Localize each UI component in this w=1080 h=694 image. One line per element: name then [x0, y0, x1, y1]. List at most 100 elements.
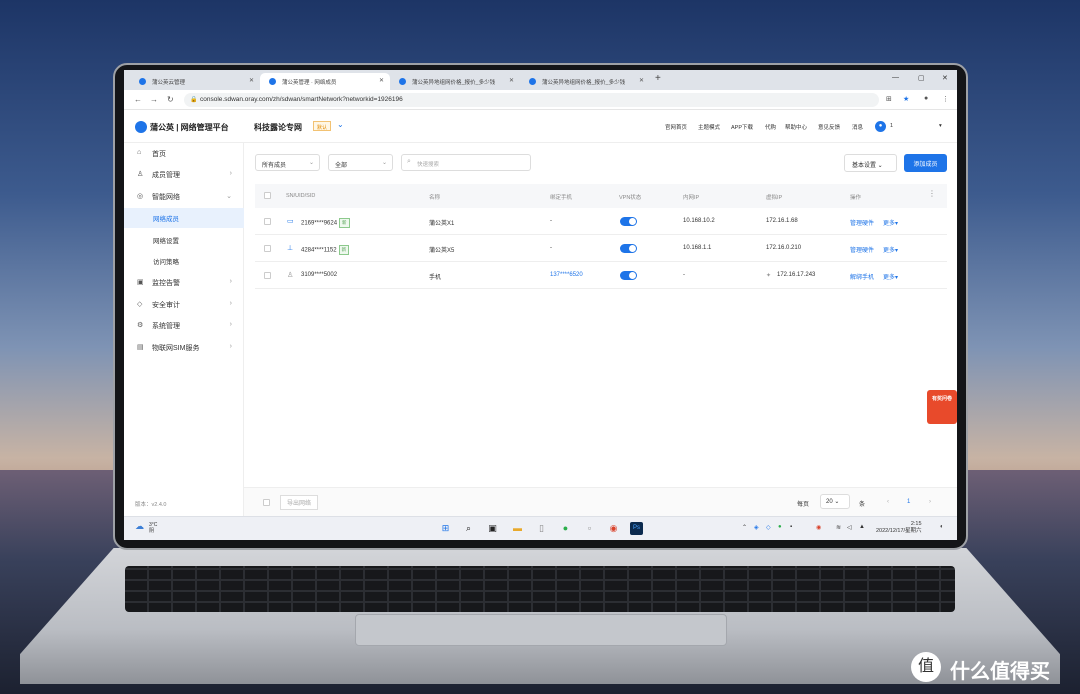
chevron-down-icon[interactable]: ▾ — [939, 123, 942, 129]
document-icon[interactable]: ▯ — [535, 522, 548, 535]
manage-hardware-link[interactable]: 管理硬件 — [850, 245, 874, 254]
menu-dots-icon[interactable]: ⋮ — [942, 95, 949, 103]
photoshop-icon[interactable]: Ps — [630, 522, 643, 535]
tray-chevron-icon[interactable]: ⌃ — [742, 524, 747, 531]
browser-tab[interactable]: 蒲公英异地组网价格_报价_多少钱 ✕ — [390, 73, 520, 90]
row-checkbox[interactable] — [264, 245, 271, 252]
input-method-icon[interactable]: ▲ — [859, 524, 865, 530]
link-homepage[interactable]: 官网首页 — [665, 123, 687, 131]
sidebar-item-security-audit[interactable]: ◇ 安全审计 › — [124, 295, 244, 315]
page-size-select[interactable]: 20 ⌄ — [820, 494, 850, 509]
url-field[interactable]: 🔒 console.sdwan.oray.com/zh/sdwan/smartNe… — [184, 93, 879, 107]
sidebar-item-network-members[interactable]: 网络成员 — [124, 208, 244, 228]
tray-wechat-icon[interactable]: ● — [778, 524, 782, 530]
search-icon[interactable]: ⌕ — [462, 522, 475, 535]
link-purchase[interactable]: 代购 — [765, 123, 776, 131]
tray-app-icon[interactable]: ◈ — [754, 524, 759, 531]
vpn-toggle[interactable] — [620, 271, 637, 280]
main-content: 所有成员 ⌄ 全部 ⌄ ⌕ 快速搜索 基本设置 ⌄ 添加成员 SN/UID/SID 名… — [244, 143, 957, 516]
footer-checkbox[interactable] — [263, 499, 270, 506]
tray-app-icon[interactable]: ◉ — [816, 524, 821, 531]
new-tab-button[interactable]: + — [655, 73, 661, 84]
basic-settings-button[interactable]: 基本设置 ⌄ — [844, 154, 897, 172]
lan-ip: 10.168.1.1 — [683, 245, 712, 251]
close-window-icon[interactable]: ✕ — [942, 74, 948, 82]
link-help[interactable]: 帮助中心 — [785, 123, 807, 131]
translate-icon[interactable]: ⊞ — [886, 95, 892, 103]
sidebar-item-home[interactable]: ⌂ 首页 — [124, 144, 244, 164]
tray-icon[interactable]: ▪ — [790, 524, 792, 530]
wifi-icon[interactable]: ≋ — [836, 524, 841, 531]
table-row[interactable]: ▭ 2169****9624 新 蒲公英X1 - 10.168.10.2 172.… — [255, 208, 947, 235]
tray-shield-icon[interactable]: ◇ — [766, 524, 771, 531]
minimize-icon[interactable]: — — [892, 74, 899, 81]
page-number[interactable]: 1 — [907, 499, 910, 505]
close-icon[interactable]: ✕ — [249, 77, 254, 84]
row-checkbox[interactable] — [264, 218, 271, 225]
back-icon[interactable]: ← — [134, 95, 142, 104]
status-filter-select[interactable]: 全部 ⌄ — [328, 154, 393, 171]
sidebar-item-iot-sim[interactable]: ▤ 物联网SIM服务 › — [124, 338, 244, 358]
user-icon: ♙ — [287, 272, 294, 279]
manage-hardware-link[interactable]: 管理硬件 — [850, 218, 874, 227]
chrome-icon[interactable]: ◉ — [607, 522, 620, 535]
maximize-icon[interactable]: ▢ — [918, 74, 925, 82]
table-row[interactable]: ♙ 3109****5002 手机 137****6520 - ✦ 172.16… — [255, 262, 947, 289]
app-icon[interactable]: ▫ — [583, 522, 596, 535]
new-badge: 新 — [339, 218, 350, 228]
system-clock[interactable]: 2:15 2022/12/17/星期六 — [876, 521, 922, 535]
more-link[interactable]: 更多▾ — [883, 218, 898, 227]
network-name[interactable]: 科技露论专网 — [254, 122, 302, 133]
next-page-icon[interactable]: › — [929, 499, 931, 505]
survey-badge[interactable]: 有奖问卷 — [927, 390, 957, 424]
username[interactable]: 1 — [890, 123, 893, 129]
member-filter-select[interactable]: 所有成员 ⌄ — [255, 154, 320, 171]
sim-icon: ▤ — [137, 344, 144, 351]
link-messages[interactable]: 消息 — [852, 123, 863, 131]
link-feedback[interactable]: 意见反馈 — [818, 123, 840, 131]
speaker-icon[interactable]: ◁ — [847, 524, 852, 531]
favicon-icon — [399, 78, 406, 85]
avatar[interactable]: ● — [875, 121, 886, 132]
sidebar-item-network-settings[interactable]: 网络设置 — [124, 230, 244, 250]
profile-icon[interactable]: ● — [924, 95, 928, 102]
prev-page-icon[interactable]: ‹ — [887, 499, 889, 505]
sidebar-item-system[interactable]: ⚙ 系统管理 › — [124, 316, 244, 336]
browser-tab-active[interactable]: 蒲公英管理 · 网络成员 ✕ — [260, 73, 390, 90]
weather-widget[interactable]: ☁ 3°C 阴 — [135, 522, 157, 535]
link-app-download[interactable]: APP下载 — [731, 123, 753, 131]
file-explorer-icon[interactable]: ▬ — [511, 522, 524, 535]
wechat-icon[interactable]: ● — [559, 522, 572, 535]
export-button[interactable]: 导出网络 — [280, 495, 319, 510]
more-columns-icon[interactable]: ⋮ — [928, 189, 936, 198]
notification-icon[interactable]: ◐ — [940, 524, 944, 530]
close-icon[interactable]: ✕ — [639, 77, 644, 84]
browser-tab[interactable]: 蒲公英云管理 ✕ — [130, 73, 260, 90]
bookmark-star-icon[interactable]: ★ — [903, 95, 909, 103]
vpn-toggle[interactable] — [620, 217, 637, 226]
sidebar-item-smart-network[interactable]: ◎ 智能网络 ⌄ — [124, 187, 244, 207]
task-view-icon[interactable]: ▣ — [486, 522, 499, 535]
chevron-down-icon[interactable]: ⌄ — [337, 120, 344, 129]
search-input[interactable]: ⌕ 快速搜索 — [401, 154, 531, 171]
table-row[interactable]: ⊥ 4284****1152 新 蒲公英X5 - 10.168.1.1 172.1… — [255, 235, 947, 262]
sidebar-item-access-policy[interactable]: 访问策略 — [124, 251, 244, 271]
more-link[interactable]: 更多▾ — [883, 245, 898, 254]
close-icon[interactable]: ✕ — [379, 77, 384, 84]
reload-icon[interactable]: ↻ — [167, 95, 174, 104]
vpn-toggle[interactable] — [620, 244, 637, 253]
row-checkbox[interactable] — [264, 272, 271, 279]
close-icon[interactable]: ✕ — [509, 77, 514, 84]
sidebar-item-members[interactable]: ♙ 成员管理 › — [124, 165, 244, 185]
sidebar-item-monitoring[interactable]: ▣ 监控告警 › — [124, 273, 244, 293]
link-theme[interactable]: 主题模式 — [698, 123, 720, 131]
browser-tab[interactable]: 蒲公英异地组网价格_报价_多少钱 ✕ — [520, 73, 650, 90]
select-all-checkbox[interactable] — [264, 192, 271, 199]
bound-phone[interactable]: 137****6520 — [550, 272, 583, 278]
unbind-phone-link[interactable]: 解绑手机 — [850, 272, 874, 281]
forward-icon[interactable]: → — [150, 95, 158, 104]
more-link[interactable]: 更多▾ — [883, 272, 898, 281]
add-member-button[interactable]: 添加成员 — [904, 154, 947, 172]
favicon-icon — [139, 78, 146, 85]
windows-start-icon[interactable]: ⊞ — [439, 522, 452, 535]
